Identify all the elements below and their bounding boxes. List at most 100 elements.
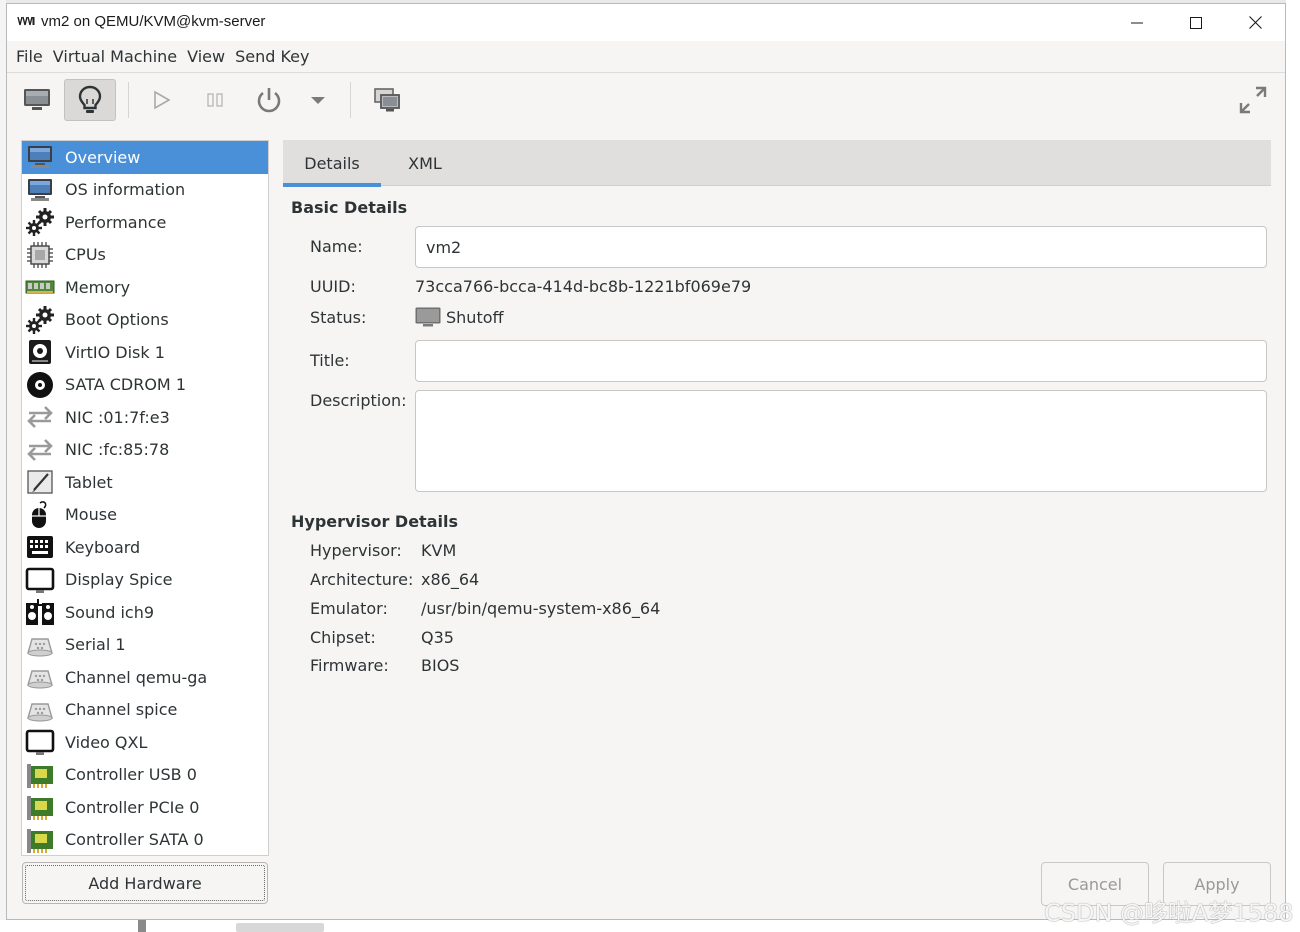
hardware-item[interactable]: OS information xyxy=(22,174,268,207)
pause-button[interactable] xyxy=(197,79,233,121)
toolbar-separator xyxy=(128,82,129,118)
power-icon xyxy=(257,88,281,113)
shutoff-status-icon xyxy=(415,307,441,327)
hardware-item-label: Tablet xyxy=(65,472,113,492)
tablet-icon xyxy=(25,467,55,497)
title-bar[interactable]: vm2 on QEMU/KVM@kvm-server xyxy=(7,4,1285,41)
hardware-item-label: Display Spice xyxy=(65,570,173,590)
ram-icon xyxy=(25,272,55,302)
shutdown-button[interactable] xyxy=(249,79,289,121)
uuid-label: UUID: xyxy=(310,277,356,296)
screenshot-icon xyxy=(374,88,400,112)
hardware-item[interactable]: NIC :01:7f:e3 xyxy=(22,401,268,434)
hardware-item[interactable]: Video QXL xyxy=(22,726,268,759)
hardware-item[interactable]: Performance xyxy=(22,206,268,239)
lightbulb-icon xyxy=(78,85,102,113)
hardware-item-label: Boot Options xyxy=(65,310,169,330)
hardware-item[interactable]: NIC :fc:85:78 xyxy=(22,434,268,467)
tab-xml[interactable]: XML xyxy=(381,140,469,186)
hardware-item-label: Video QXL xyxy=(65,732,148,752)
menu-file[interactable]: File xyxy=(16,47,53,66)
menu-send-key[interactable]: Send Key xyxy=(235,47,319,66)
hardware-item[interactable]: Memory xyxy=(22,271,268,304)
window-title: vm2 on QEMU/KVM@kvm-server xyxy=(41,13,266,30)
hypervisor-value: KVM xyxy=(421,541,457,560)
architecture-value: x86_64 xyxy=(421,570,480,589)
status-label: Status: xyxy=(310,308,367,327)
pci-card-icon xyxy=(25,760,55,790)
emulator-value: /usr/bin/qemu-system-x86_64 xyxy=(421,599,661,618)
display-icon xyxy=(25,727,55,757)
menu-view[interactable]: View xyxy=(187,47,235,66)
pause-icon xyxy=(207,93,223,107)
serial-icon xyxy=(25,662,55,692)
hardware-item-label: Performance xyxy=(65,212,167,232)
desktop-background-right xyxy=(1286,0,1300,932)
maximize-icon xyxy=(1190,16,1202,29)
fullscreen-button[interactable] xyxy=(1233,79,1273,121)
hardware-item[interactable]: Channel spice xyxy=(22,694,268,727)
hardware-item[interactable]: Keyboard xyxy=(22,531,268,564)
hardware-item-label: Channel spice xyxy=(65,700,178,720)
hardware-item-label: Controller SATA 0 xyxy=(65,830,204,850)
minimize-button[interactable] xyxy=(1108,4,1166,41)
network-arrows-icon xyxy=(25,435,55,465)
details-button[interactable] xyxy=(64,79,116,121)
description-label: Description: xyxy=(310,391,407,410)
name-field[interactable]: vm2 xyxy=(415,226,1267,268)
serial-icon xyxy=(25,630,55,660)
run-button[interactable] xyxy=(143,79,179,121)
hardware-item[interactable]: Sound ich9 xyxy=(22,596,268,629)
pci-card-icon xyxy=(25,792,55,822)
title-field[interactable] xyxy=(415,340,1267,382)
sound-icon xyxy=(25,597,55,627)
hardware-item-label: CPUs xyxy=(65,245,106,265)
dropdown-arrow-icon xyxy=(311,97,325,104)
hardware-item[interactable]: Controller PCIe 0 xyxy=(22,791,268,824)
snapshots-button[interactable] xyxy=(367,79,407,121)
hardware-item[interactable]: Display Spice xyxy=(22,564,268,597)
architecture-label: Architecture: xyxy=(310,570,414,589)
hardware-item[interactable]: Serial 1 xyxy=(22,629,268,662)
display-icon xyxy=(25,565,55,595)
tab-details[interactable]: Details xyxy=(283,140,381,187)
hardware-item[interactable]: Controller SATA 0 xyxy=(22,824,268,856)
menu-virtual-machine[interactable]: Virtual Machine xyxy=(53,47,187,66)
firmware-value: BIOS xyxy=(421,656,460,675)
hardware-item[interactable]: Tablet xyxy=(22,466,268,499)
hardware-item[interactable]: Channel qemu-ga xyxy=(22,661,268,694)
hardware-item[interactable]: Boot Options xyxy=(22,304,268,337)
hardware-item-label: Controller USB 0 xyxy=(65,765,197,785)
hardware-item[interactable]: CPUs xyxy=(22,239,268,272)
network-arrows-icon xyxy=(25,402,55,432)
hardware-item[interactable]: VirtIO Disk 1 xyxy=(22,336,268,369)
menu-bar: File Virtual Machine View Send Key xyxy=(7,41,1285,73)
hardware-item[interactable]: Overview xyxy=(22,141,268,174)
status-value: Shutoff xyxy=(446,308,504,327)
hardware-item[interactable]: Controller USB 0 xyxy=(22,759,268,792)
console-button[interactable] xyxy=(17,79,57,121)
hardware-list[interactable]: Overview OS information Performance CPUs Mem… xyxy=(21,140,269,856)
chipset-value: Q35 xyxy=(421,628,454,647)
virt-manager-icon xyxy=(17,16,35,26)
description-field[interactable] xyxy=(415,390,1267,492)
emulator-label: Emulator: xyxy=(310,599,388,618)
hypervisor-label: Hypervisor: xyxy=(310,541,402,560)
hardware-item-label: Channel qemu-ga xyxy=(65,667,208,687)
hardware-item[interactable]: SATA CDROM 1 xyxy=(22,369,268,402)
minimize-icon xyxy=(1131,22,1143,23)
hardware-item-label: Sound ich9 xyxy=(65,602,155,622)
maximize-button[interactable] xyxy=(1167,4,1225,41)
add-hardware-button[interactable]: Add Hardware xyxy=(22,862,268,904)
serial-icon xyxy=(25,695,55,725)
close-button[interactable] xyxy=(1226,4,1284,41)
monitor-icon xyxy=(25,175,55,205)
close-icon xyxy=(1248,16,1262,29)
shutdown-menu-button[interactable] xyxy=(305,79,331,121)
hardware-item-label: SATA CDROM 1 xyxy=(65,375,186,395)
basic-details-heading: Basic Details xyxy=(291,198,408,217)
hardware-item[interactable]: Mouse xyxy=(22,499,268,532)
uuid-value: 73cca766-bcca-414d-bc8b-1221bf069e79 xyxy=(415,277,752,296)
firmware-label: Firmware: xyxy=(310,656,389,675)
chip-icon xyxy=(25,240,55,270)
